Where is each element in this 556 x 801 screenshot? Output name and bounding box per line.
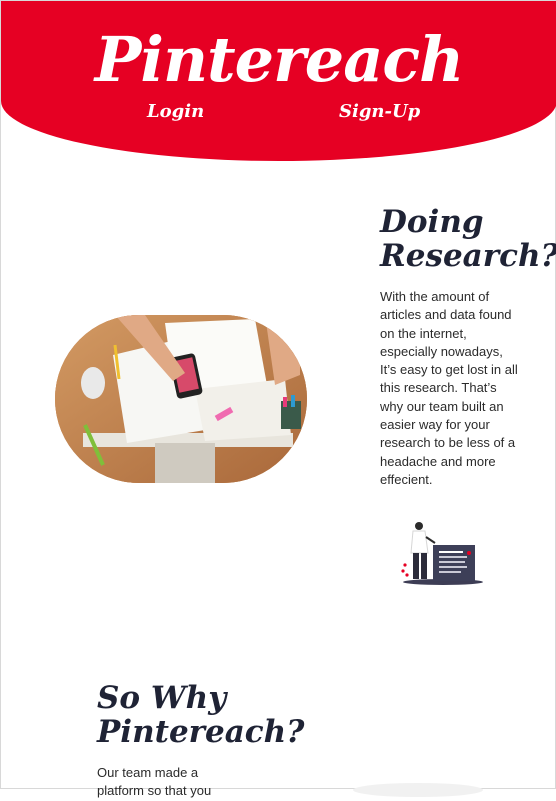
section1-heading-line2: Research?	[380, 238, 556, 274]
desk-research-photo	[55, 315, 307, 483]
section1-heading: Doing Research?	[380, 204, 556, 274]
section2-heading-line1: So Why	[97, 680, 227, 716]
section1-paragraph: With the amount of articles and data fou…	[380, 289, 518, 487]
brand-logo: Pintereach	[94, 23, 464, 96]
section2-heading: So Why Pintereach?	[97, 680, 305, 750]
section2-paragraph: Our team made a platform so that you	[97, 765, 212, 799]
section1-heading-line1: Doing	[380, 204, 484, 240]
section2-image-edge	[353, 783, 483, 797]
header-banner: Pintereach Login Sign-Up	[1, 1, 556, 161]
login-link[interactable]: Login	[147, 101, 204, 122]
signup-link[interactable]: Sign-Up	[339, 101, 420, 122]
person-with-presentation-board-icon	[399, 519, 487, 587]
section2-heading-line2: Pintereach?	[97, 714, 305, 750]
